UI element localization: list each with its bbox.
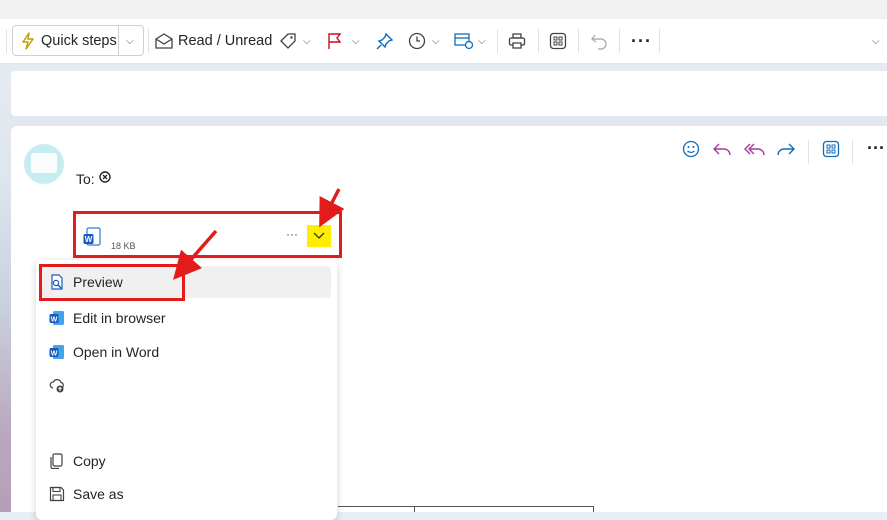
annotation-arrow [173,229,218,280]
annotation-arrows [173,188,345,280]
annotation-arrow [319,188,345,228]
